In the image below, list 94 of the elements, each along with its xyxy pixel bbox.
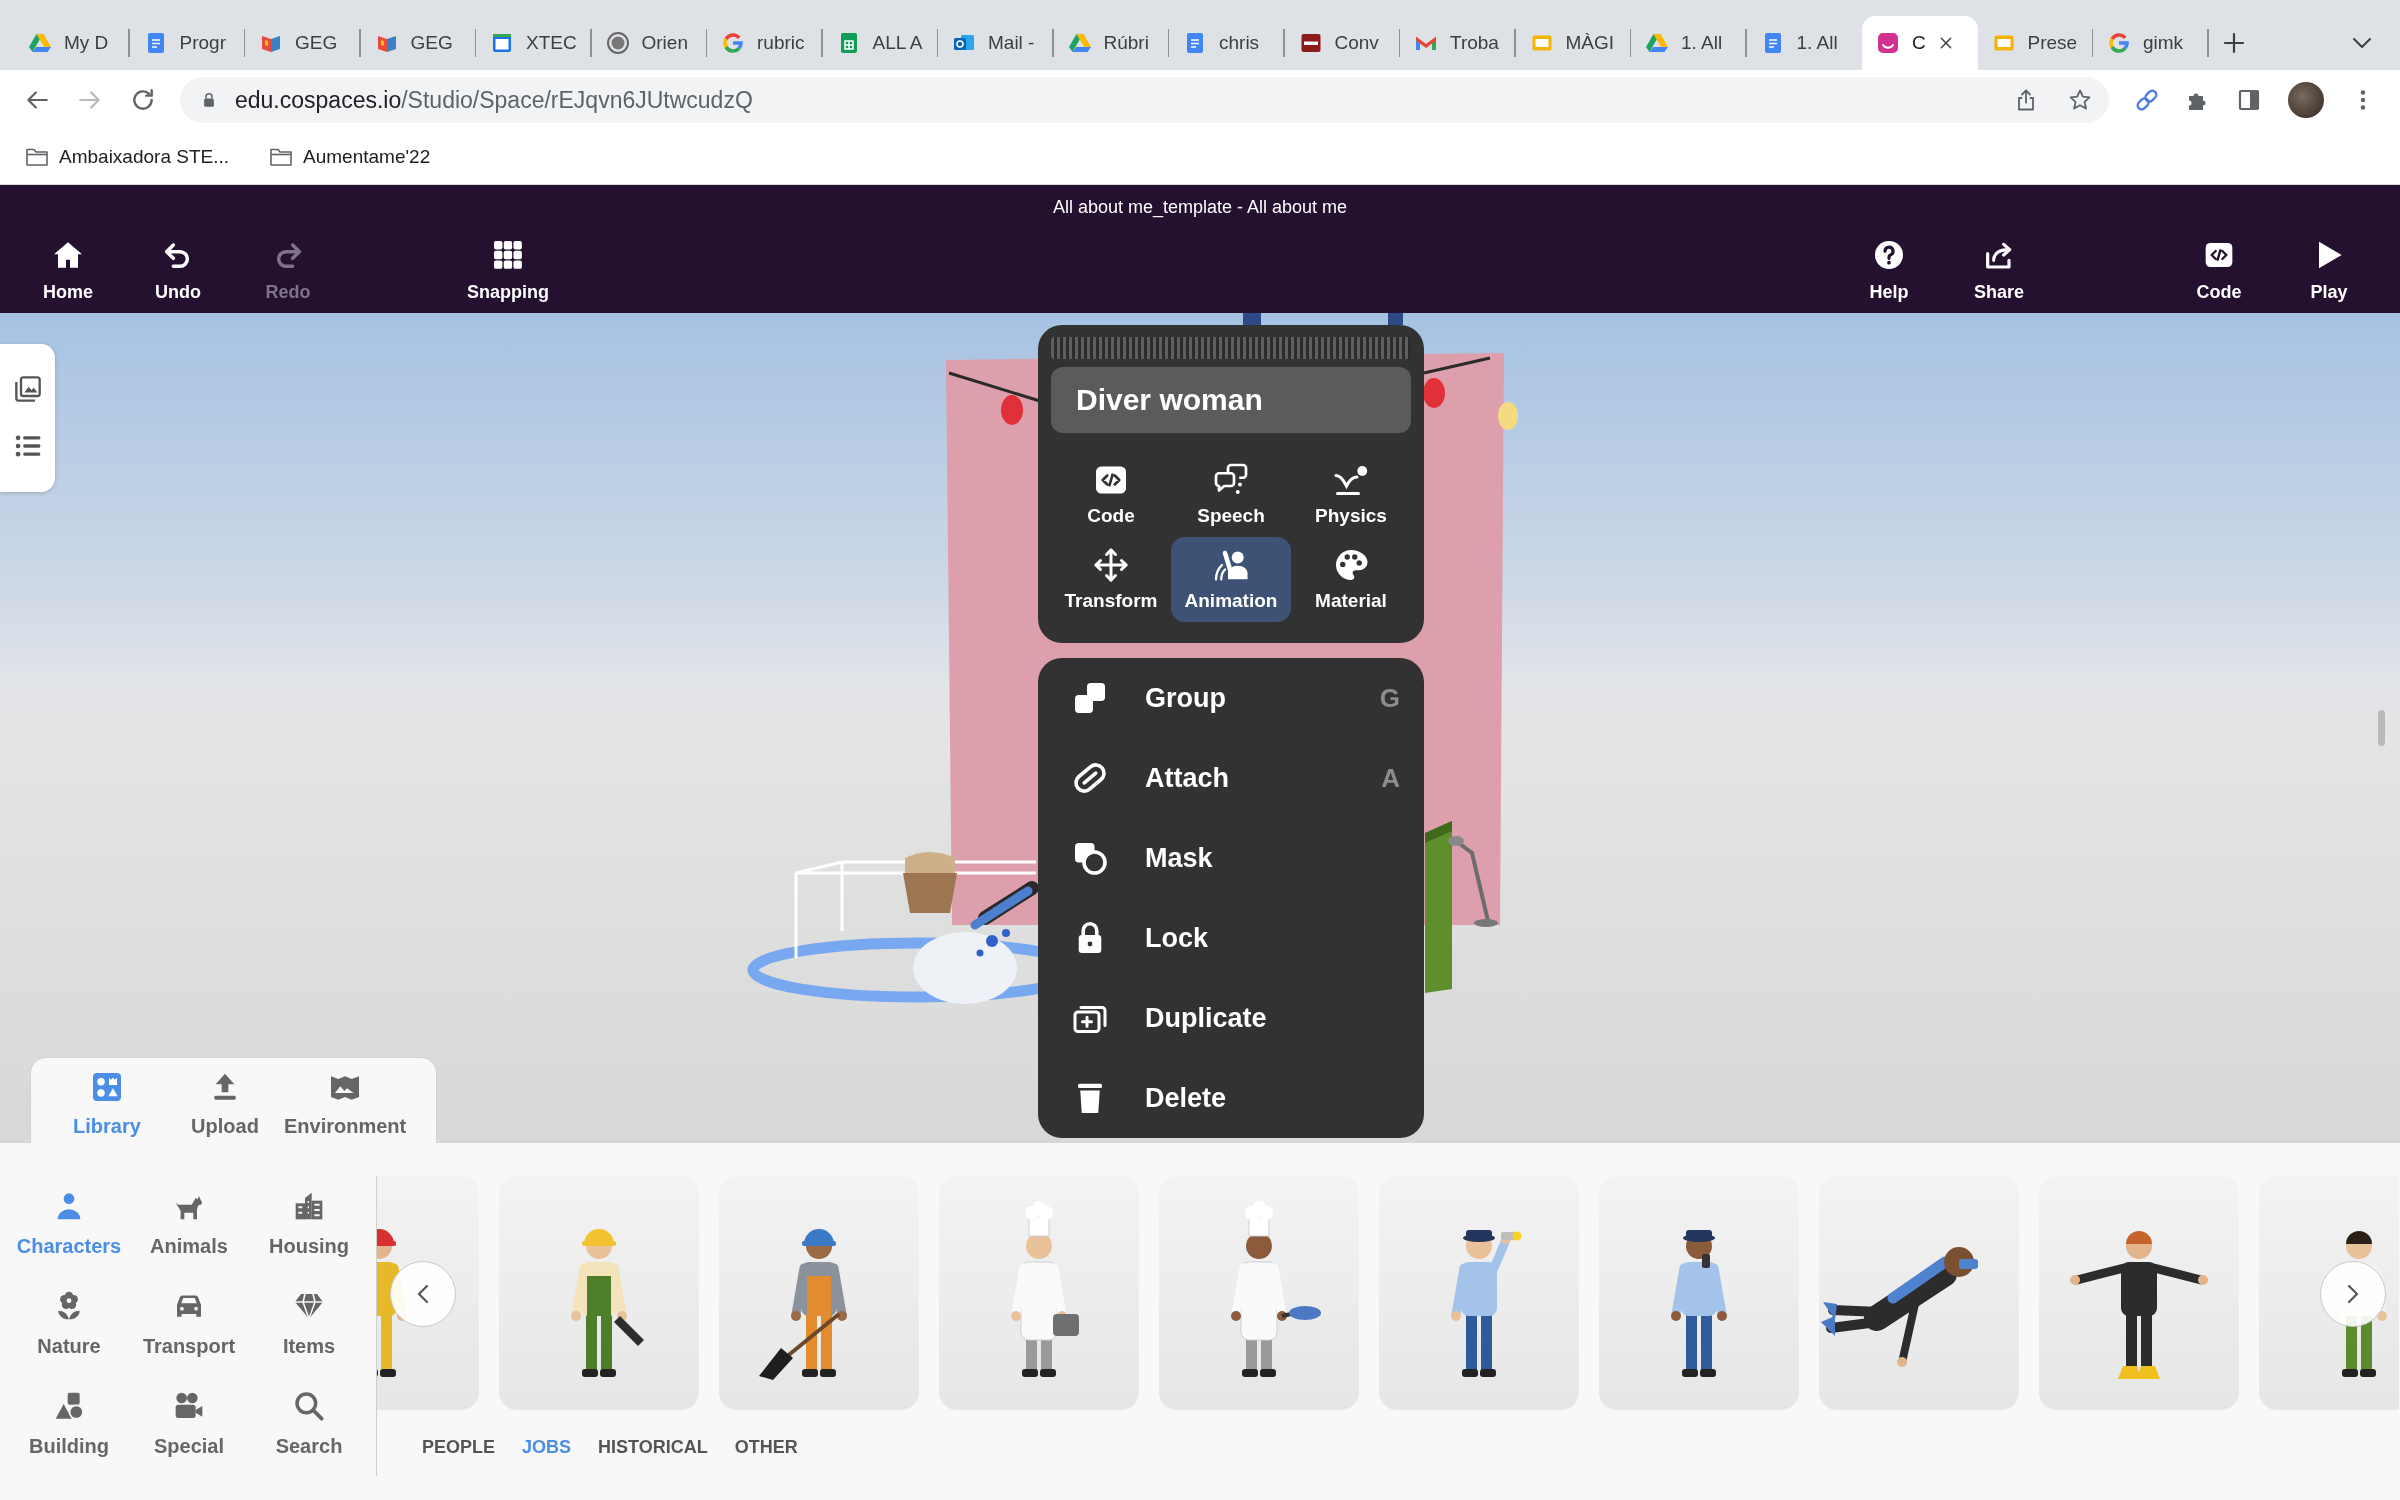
blocks-icon: [53, 1390, 85, 1422]
browser-tab[interactable]: Troba: [1400, 16, 1516, 70]
browser-tab[interactable]: GEG: [245, 16, 361, 70]
buildings-icon: [293, 1190, 325, 1222]
document-title: All about me_template - All about me: [1052, 196, 1348, 219]
triangle-icon: [1067, 31, 1092, 55]
lock-menu-item[interactable]: Lock: [1038, 898, 1424, 978]
home-button[interactable]: Home: [13, 223, 123, 309]
resize-handle[interactable]: [2378, 710, 2385, 746]
search-category[interactable]: Search: [249, 1390, 369, 1458]
upload-tab[interactable]: Upload: [166, 1071, 284, 1138]
group-menu-item[interactable]: Group G: [1038, 658, 1424, 738]
browser-tab[interactable]: XTEC: [476, 16, 592, 70]
basket-model: [903, 852, 957, 913]
delete-menu-item[interactable]: Delete: [1038, 1058, 1424, 1138]
plus-icon[interactable]: [2221, 31, 2246, 55]
housing-category[interactable]: Housing: [249, 1190, 369, 1258]
figure-leg: [1243, 313, 1261, 325]
character-card[interactable]: [1599, 1176, 1799, 1410]
animals-category[interactable]: Animals: [129, 1190, 249, 1258]
browser-tab[interactable]: Prese: [1977, 16, 2093, 70]
bookmark-folder[interactable]: Aumentame'22: [269, 145, 431, 169]
triangle-icon: [1645, 31, 1669, 55]
browser-tab[interactable]: GEG: [360, 16, 476, 70]
snapping-button[interactable]: Snapping: [453, 223, 563, 309]
browser-tab[interactable]: ALL A: [822, 16, 938, 70]
filter-tab[interactable]: PEOPLE: [422, 1437, 496, 1458]
reload-icon[interactable]: [130, 87, 156, 113]
items-category[interactable]: Items: [249, 1290, 369, 1358]
code-button[interactable]: Code: [2164, 223, 2274, 309]
square-circle-icon: [1072, 840, 1108, 876]
side-panel-icon[interactable]: [2237, 88, 2261, 112]
mask-menu-item[interactable]: Mask: [1038, 818, 1424, 898]
browser-tab[interactable]: C: [1862, 16, 1978, 70]
smiley-icon: [1876, 31, 1900, 55]
browser-tab[interactable]: chris: [1169, 16, 1285, 70]
avatar[interactable]: [2288, 82, 2324, 118]
help-icon: [1873, 239, 1905, 271]
g-icon: [2107, 31, 2131, 55]
special-category[interactable]: Special: [129, 1390, 249, 1458]
shortcut-key: G: [1379, 682, 1400, 714]
browser-tab[interactable]: 1. All: [1746, 16, 1862, 70]
attach-menu-item[interactable]: Attach A: [1038, 738, 1424, 818]
move-arrows-icon: [1093, 547, 1129, 583]
link-icon[interactable]: [2135, 88, 2159, 112]
browser-tab[interactable]: MÀGI: [1515, 16, 1631, 70]
character-card[interactable]: [2039, 1176, 2239, 1410]
palette-icon: [1333, 547, 1369, 583]
undo-button[interactable]: Undo: [123, 223, 233, 309]
circle-icon: [605, 31, 630, 55]
paperclip-icon: [1072, 760, 1108, 796]
g-icon: [721, 31, 745, 55]
shapes-icon: [91, 1071, 123, 1103]
filter-tab[interactable]: HISTORICAL: [598, 1437, 708, 1458]
play-button[interactable]: Play: [2274, 223, 2384, 309]
browser-tab[interactable]: Conv: [1284, 16, 1400, 70]
browser-tab[interactable]: rubric: [707, 16, 823, 70]
share-button[interactable]: Share: [1944, 223, 2054, 309]
filter-tab[interactable]: OTHER: [734, 1437, 798, 1458]
material-button[interactable]: Material: [1291, 537, 1411, 622]
transform-button[interactable]: Transform: [1051, 537, 1171, 622]
browser-tab[interactable]: Mail -: [938, 16, 1054, 70]
star-icon[interactable]: [2068, 88, 2092, 112]
url-text: edu.cospaces.io/Studio/Space/rEJqvn6JUtwcudzQ: [235, 86, 753, 114]
code-button[interactable]: Code: [1051, 452, 1171, 537]
browser-tab[interactable]: My D: [14, 16, 130, 70]
drag-handle[interactable]: [1051, 337, 1411, 359]
nature-category[interactable]: Nature: [9, 1290, 129, 1358]
grid-icon: [492, 239, 524, 271]
figure-leg: [1388, 313, 1403, 325]
transport-category[interactable]: Transport: [129, 1290, 249, 1358]
object-name-field[interactable]: Diver woman: [1051, 367, 1411, 433]
browser-tab[interactable]: Orien: [591, 16, 707, 70]
bookmark-folder[interactable]: Ambaixadora STE...: [25, 145, 230, 169]
address-field[interactable]: edu.cospaces.io/Studio/Space/rEJqvn6JUtwcudzQ: [180, 77, 2109, 123]
environment-tab[interactable]: Environment: [284, 1071, 407, 1138]
browser-tab[interactable]: Rúbri: [1053, 16, 1169, 70]
animation-button[interactable]: Animation: [1171, 537, 1291, 622]
character-card[interactable]: [1379, 1176, 1579, 1410]
shortcut-key: A: [1381, 762, 1400, 794]
speech-button[interactable]: Speech: [1171, 452, 1291, 537]
duplicate-menu-item[interactable]: Duplicate: [1038, 978, 1424, 1058]
physics-button[interactable]: Physics: [1291, 452, 1411, 537]
search-icon: [293, 1390, 325, 1422]
browser-tab[interactable]: gimk: [2093, 16, 2209, 70]
triangle-icon: [28, 31, 52, 55]
browser-tab[interactable]: Progr: [129, 16, 245, 70]
calendar-icon: [490, 31, 514, 55]
character-card[interactable]: [1819, 1176, 2019, 1410]
building-category[interactable]: Building: [9, 1390, 129, 1458]
overlapping-squares-icon: [1072, 680, 1108, 716]
gallery-icon[interactable]: [13, 375, 42, 403]
browser-tab[interactable]: 1. All: [1631, 16, 1747, 70]
help-button[interactable]: Help: [1834, 223, 1944, 309]
